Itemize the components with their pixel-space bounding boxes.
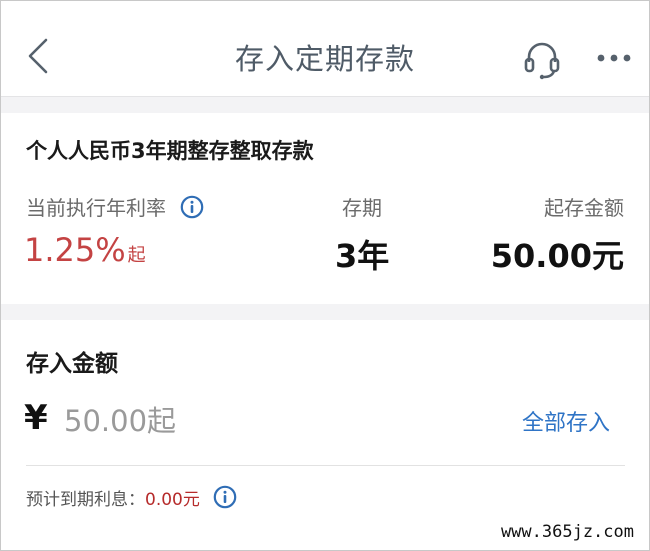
interest-value: 0.00元 [145,490,200,510]
interest-info-button[interactable] [213,485,237,514]
amount-title: 存入金额 [26,351,118,377]
deposit-all-button[interactable]: 全部存入 [522,405,610,437]
customer-service-button[interactable] [516,36,568,82]
term-value: 3年 [335,237,390,275]
rate-label: 当前执行年利率 [26,196,166,220]
divider [26,465,625,466]
rate-label-group: 当前执行年利率 [26,192,204,224]
amount-input[interactable] [64,400,364,442]
watermark: www.365jz.com [496,522,638,542]
info-icon [181,195,204,219]
rate-suffix: 起 [127,245,146,266]
headset-icon [524,42,560,80]
interest-label: 预计到期利息： [26,490,145,510]
product-name: 个人人民币3年期整存整取存款 [26,139,314,163]
rate-value: 1.25% [24,231,126,269]
amount-card: 存入金额 ¥ 全部存入 预计到期利息：0.00元 [0,320,650,526]
info-icon [213,485,237,509]
term-label: 存期 [342,196,382,220]
estimated-interest-row: 预计到期利息：0.00元 [26,485,237,514]
rate-value-group: 1.25% 起 [24,231,146,269]
rate-info-button[interactable] [180,195,204,224]
product-card: 个人人民币3年期整存整取存款 当前执行年利率 存期 起存金额 1.25% 起 3年… [0,113,650,304]
more-dots-icon [597,54,631,62]
more-button[interactable] [588,40,640,76]
min-amount-label: 起存金额 [544,196,624,220]
min-amount-value: 50.00元 [490,237,624,275]
nav-bar: 存入定期存款 [0,0,650,97]
currency-symbol: ¥ [24,398,48,438]
